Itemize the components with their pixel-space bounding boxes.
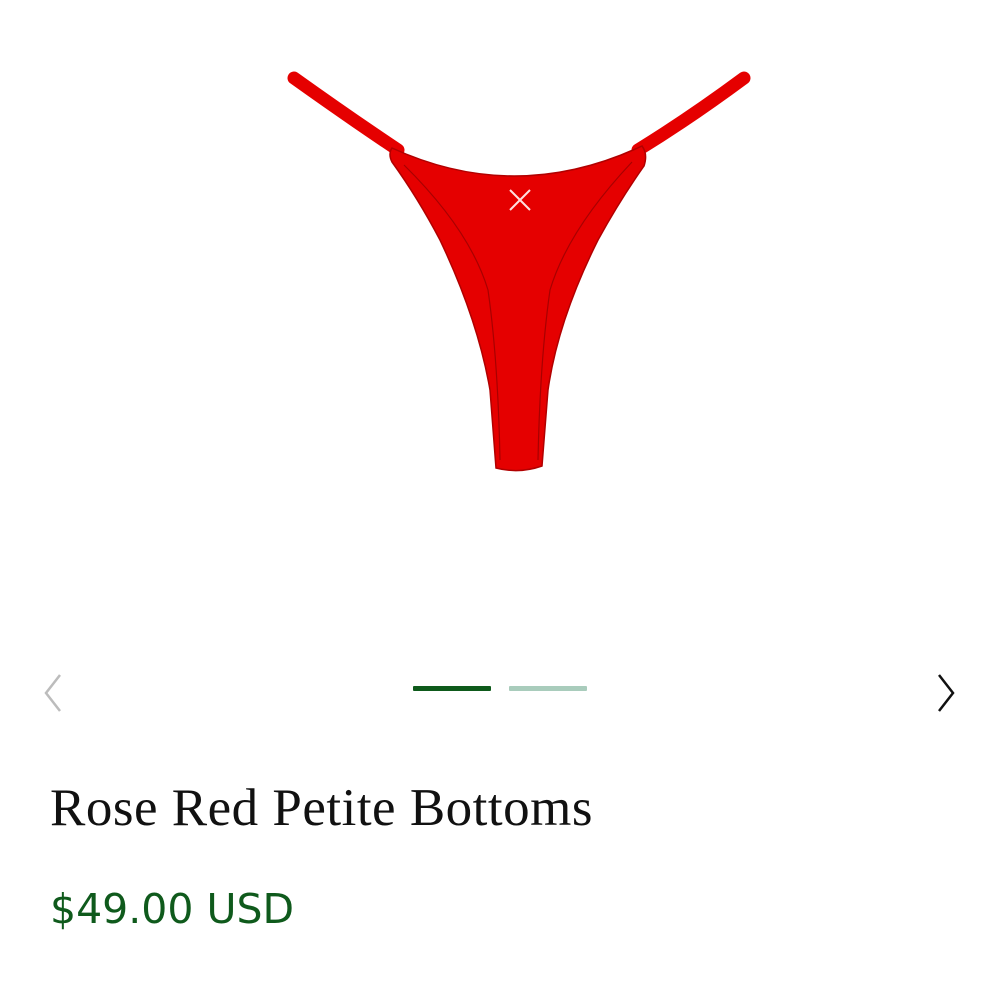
product-gallery [0,0,1000,740]
product-image [287,71,751,472]
product-price: $49.00 USD [50,885,295,933]
bottom-body [389,145,647,472]
previous-slide-button[interactable] [31,666,75,720]
chevron-left-icon [44,674,61,712]
right-strap [631,71,751,157]
slide-indicator-dot-1[interactable] [413,686,491,691]
product-page: Rose Red Petite Bottoms $49.00 USD [0,0,1000,1000]
slide-indicator [413,686,587,691]
slide-indicator-dot-2[interactable] [509,686,587,691]
chevron-right-icon [938,674,955,712]
left-strap [287,71,405,157]
product-title: Rose Red Petite Bottoms [50,779,593,837]
next-slide-button[interactable] [924,666,968,720]
bikini-bottom-illustration [287,71,751,472]
